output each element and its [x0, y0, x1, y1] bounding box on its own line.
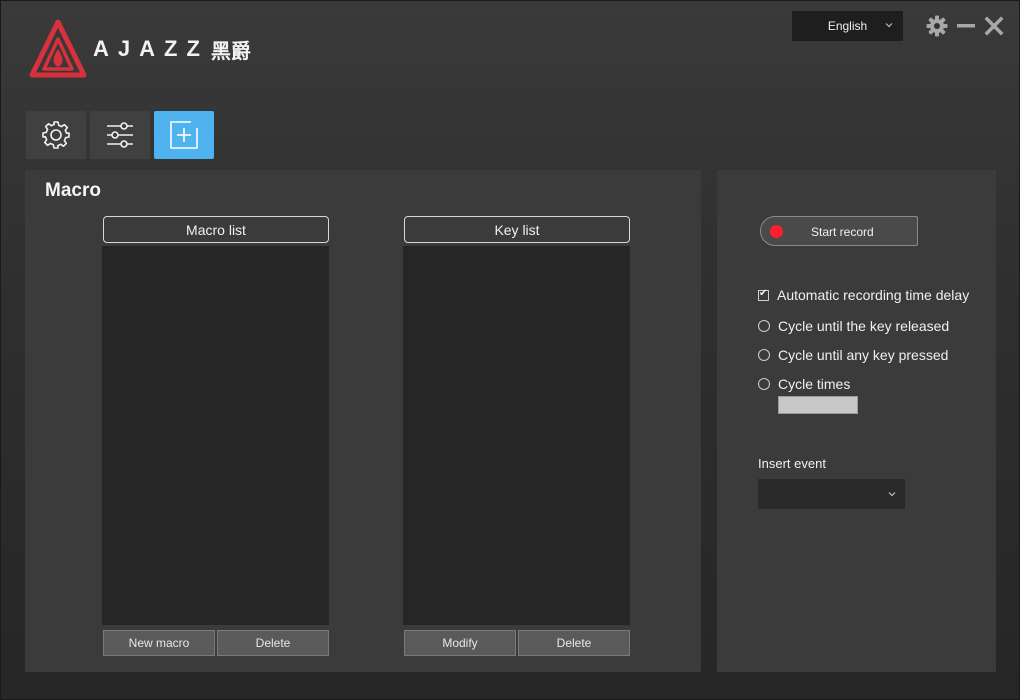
- minimize-icon[interactable]: [955, 15, 977, 37]
- app-window: AJAZZ 黑爵 English Macro Macro list New ma…: [0, 0, 1020, 700]
- radio-label: Cycle until any key pressed: [778, 347, 949, 363]
- chevron-down-icon: [888, 492, 896, 497]
- radio-empty-icon: [758, 378, 770, 390]
- macro-list[interactable]: [102, 246, 329, 625]
- radio-cycle-key-released[interactable]: Cycle until the key released: [758, 318, 949, 334]
- adjust-tab[interactable]: [90, 111, 150, 159]
- radio-label: Cycle until the key released: [778, 318, 950, 334]
- macro-list-header: Macro list: [103, 216, 329, 243]
- auto-delay-label: Automatic recording time delay: [777, 287, 970, 303]
- radio-cycle-times[interactable]: Cycle times: [758, 376, 850, 392]
- macro-tab[interactable]: [154, 111, 214, 159]
- delete-macro-button[interactable]: Delete: [217, 630, 329, 656]
- brand-name-cn: 黑爵: [210, 40, 251, 63]
- settings-tab[interactable]: [26, 111, 86, 159]
- cycle-times-input[interactable]: [778, 396, 858, 414]
- checkbox-checked-icon: ✔: [758, 287, 769, 301]
- start-record-label: Start record: [811, 225, 874, 239]
- record-panel: Start record ✔ Automatic recording time …: [717, 170, 996, 672]
- radio-label: Cycle times: [778, 376, 851, 392]
- start-record-button[interactable]: Start record: [760, 216, 918, 246]
- insert-event-select[interactable]: [758, 479, 905, 509]
- record-dot-icon: [770, 225, 783, 238]
- brand-logo: AJAZZ 黑爵: [29, 19, 251, 79]
- key-list[interactable]: [403, 246, 630, 625]
- chevron-down-icon: [885, 23, 893, 28]
- language-select[interactable]: English: [792, 11, 903, 41]
- add-square-icon: [170, 121, 198, 149]
- close-icon[interactable]: [983, 15, 1005, 37]
- ajazz-logo-icon: [29, 19, 87, 78]
- delete-key-button[interactable]: Delete: [518, 630, 630, 656]
- gear-icon: [42, 121, 70, 149]
- radio-cycle-any-key[interactable]: Cycle until any key pressed: [758, 347, 948, 363]
- brand-name: AJAZZ: [93, 36, 209, 61]
- language-value: English: [827, 19, 868, 33]
- modify-key-button[interactable]: Modify: [404, 630, 516, 656]
- radio-empty-icon: [758, 320, 770, 332]
- settings-gear-icon[interactable]: [926, 15, 948, 37]
- radio-empty-icon: [758, 349, 770, 361]
- new-macro-button[interactable]: New macro: [103, 630, 215, 656]
- key-list-header: Key list: [404, 216, 630, 243]
- insert-event-label: Insert event: [758, 456, 826, 471]
- sliders-icon: [107, 122, 133, 148]
- macro-panel: Macro Macro list New macro Delete Key li…: [25, 170, 701, 672]
- auto-delay-checkbox[interactable]: ✔ Automatic recording time delay: [758, 287, 969, 303]
- page-title: Macro: [45, 180, 101, 201]
